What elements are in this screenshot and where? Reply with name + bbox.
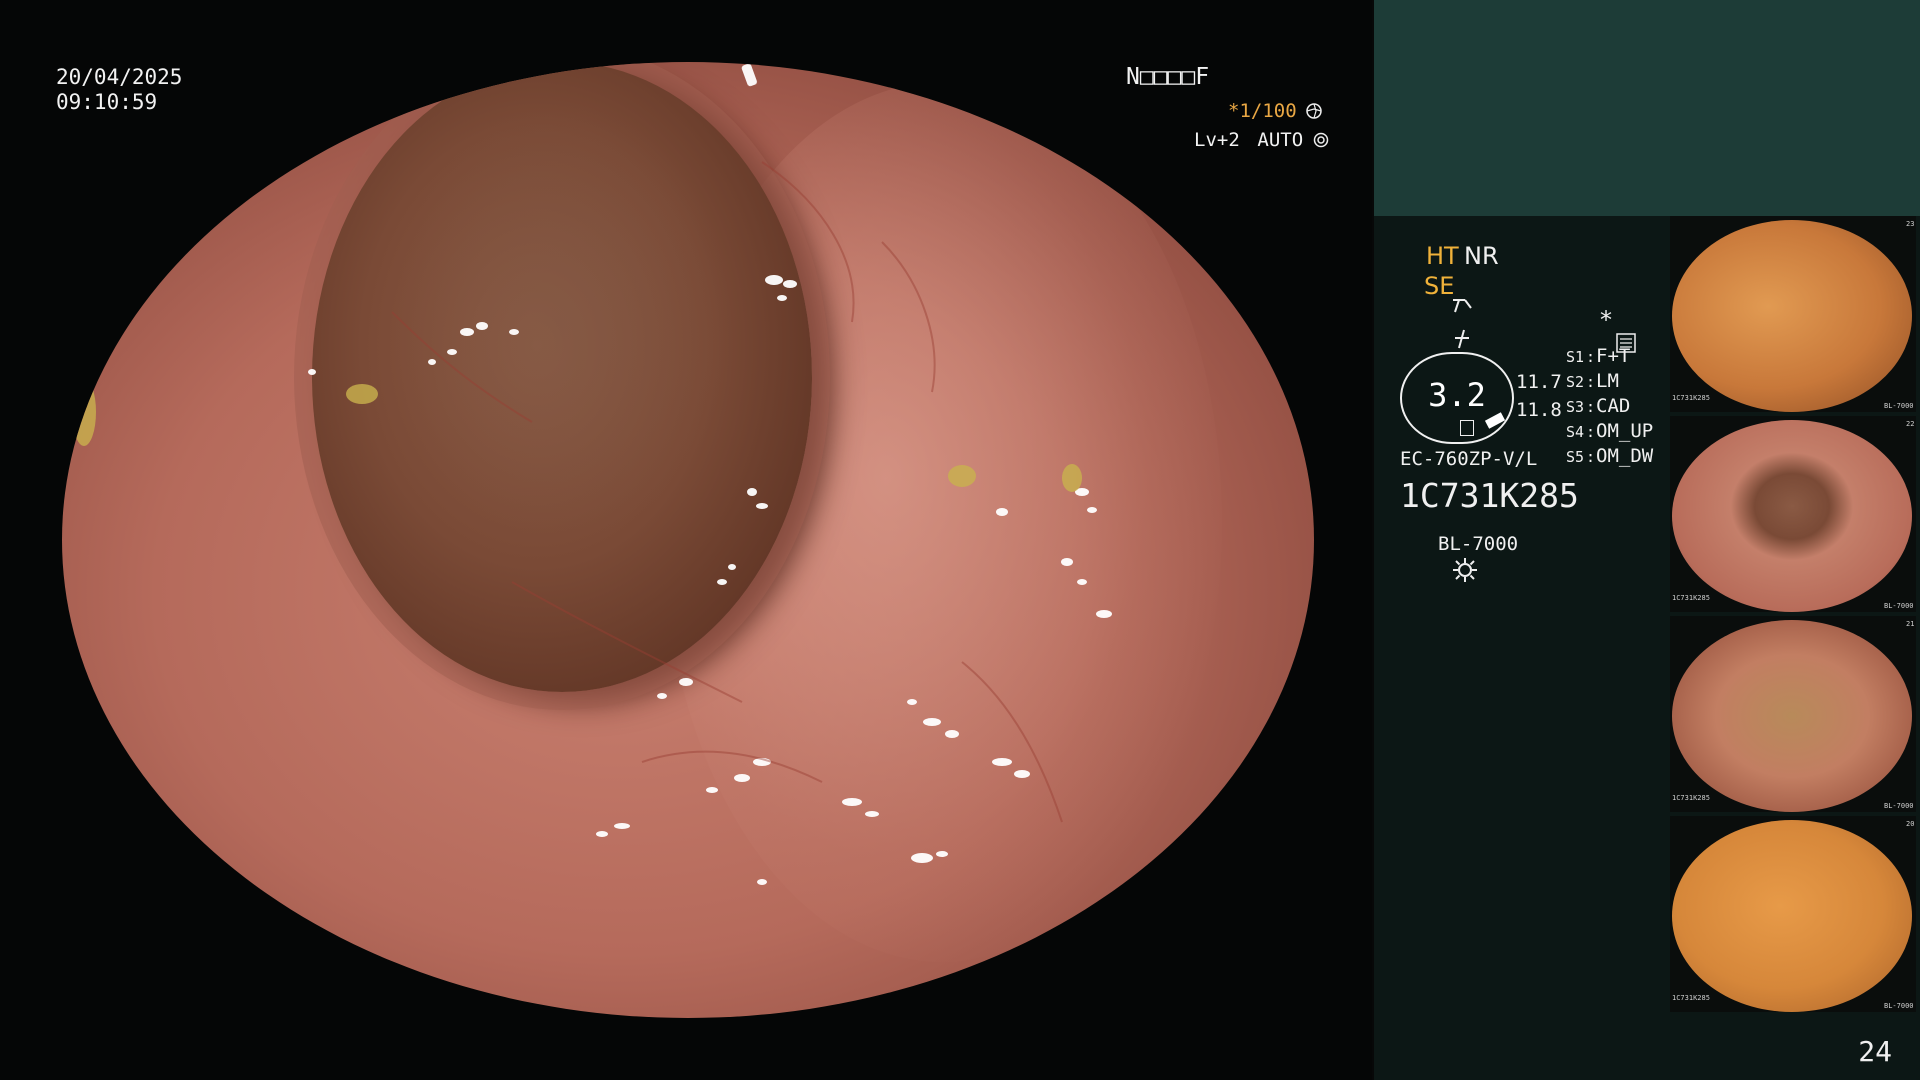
switch-key: S3	[1566, 398, 1585, 416]
nr-label: NR	[1464, 242, 1499, 270]
switch-value: OM_DW	[1596, 445, 1654, 467]
measure-value-1: 11.7	[1516, 371, 1562, 393]
light-source-model: BL-7000	[1438, 533, 1519, 555]
measure-value-2: 11.8	[1516, 399, 1562, 421]
switch-key: S5	[1566, 448, 1585, 466]
scope-badge: 3.2	[1400, 352, 1514, 444]
thumbnail-serial: 1C731K285	[1672, 794, 1710, 802]
scope-badge-value: 3.2	[1428, 376, 1486, 414]
panel-header-box	[1374, 0, 1920, 216]
shutter-speed: *1/100	[1228, 100, 1297, 122]
auto-mode: AUTO	[1257, 129, 1304, 151]
thumbnail-light: BL-7000	[1884, 802, 1914, 810]
switch-value: F+T	[1596, 345, 1631, 367]
se-label: SE	[1424, 272, 1455, 300]
thumbnail-index: 22	[1906, 420, 1915, 428]
date-display: 20/04/2025	[56, 65, 183, 89]
switch-key: S2	[1566, 373, 1585, 391]
level-value: Lv+2	[1194, 129, 1240, 151]
switch-value: CAD	[1596, 395, 1631, 417]
switch-value: LM	[1596, 370, 1619, 392]
switch-key: S4	[1566, 423, 1585, 441]
thumbnail-serial: 1C731K285	[1672, 994, 1710, 1002]
switch-key: S1	[1566, 348, 1585, 366]
scope-indicator-icon	[1484, 412, 1506, 429]
endoscope-main-view: 20/04/2025 09:10:59 N□□□□F *1/100 Lv+2 A…	[0, 0, 1372, 1080]
info-panel: HT NR SE * 3.2 11.7 11.8 S1: F+T S2: LM S3…	[1374, 0, 1920, 1080]
thumbnail-1[interactable]: 1C731K285 BL-7000 23	[1670, 216, 1916, 412]
thumbnail-3[interactable]: 1C731K285 BL-7000 21	[1670, 616, 1916, 812]
specular-highlights	[72, 63, 1112, 885]
scope-serial: 1C731K285	[1400, 476, 1579, 515]
shutter-indicator: *1/100	[1228, 98, 1323, 124]
thumbnail-4[interactable]: 1C731K285 BL-7000 20	[1670, 816, 1916, 1012]
page-number: 24	[1858, 1035, 1892, 1068]
switch-value: OM_UP	[1596, 420, 1654, 442]
star-mark: *	[1600, 306, 1612, 334]
level-indicator: Lv+2 AUTO	[1194, 127, 1329, 153]
scope-model: EC-760ZP-V/L	[1400, 448, 1538, 470]
thumbnail-index: 23	[1906, 220, 1915, 228]
aperture-icon	[1306, 103, 1323, 119]
thumbnail-index: 20	[1906, 820, 1915, 828]
scope-tip-icon	[1460, 420, 1474, 436]
endoscopic-image	[62, 62, 1314, 1018]
thumbnail-index: 21	[1906, 620, 1915, 628]
patient-code: N□□□□F	[1126, 64, 1210, 90]
thumbnail-serial: 1C731K285	[1672, 594, 1710, 602]
thumbnail-light: BL-7000	[1884, 402, 1914, 410]
thumbnail-light: BL-7000	[1884, 1002, 1914, 1010]
gear-icon	[1313, 132, 1329, 148]
time-display: 09:10:59	[56, 90, 158, 114]
thumbnail-serial: 1C731K285	[1672, 394, 1710, 402]
thumbnail-light: BL-7000	[1884, 602, 1914, 610]
thumbnail-2[interactable]: 1C731K285 BL-7000 22	[1670, 416, 1916, 612]
ht-label: HT	[1426, 242, 1459, 270]
